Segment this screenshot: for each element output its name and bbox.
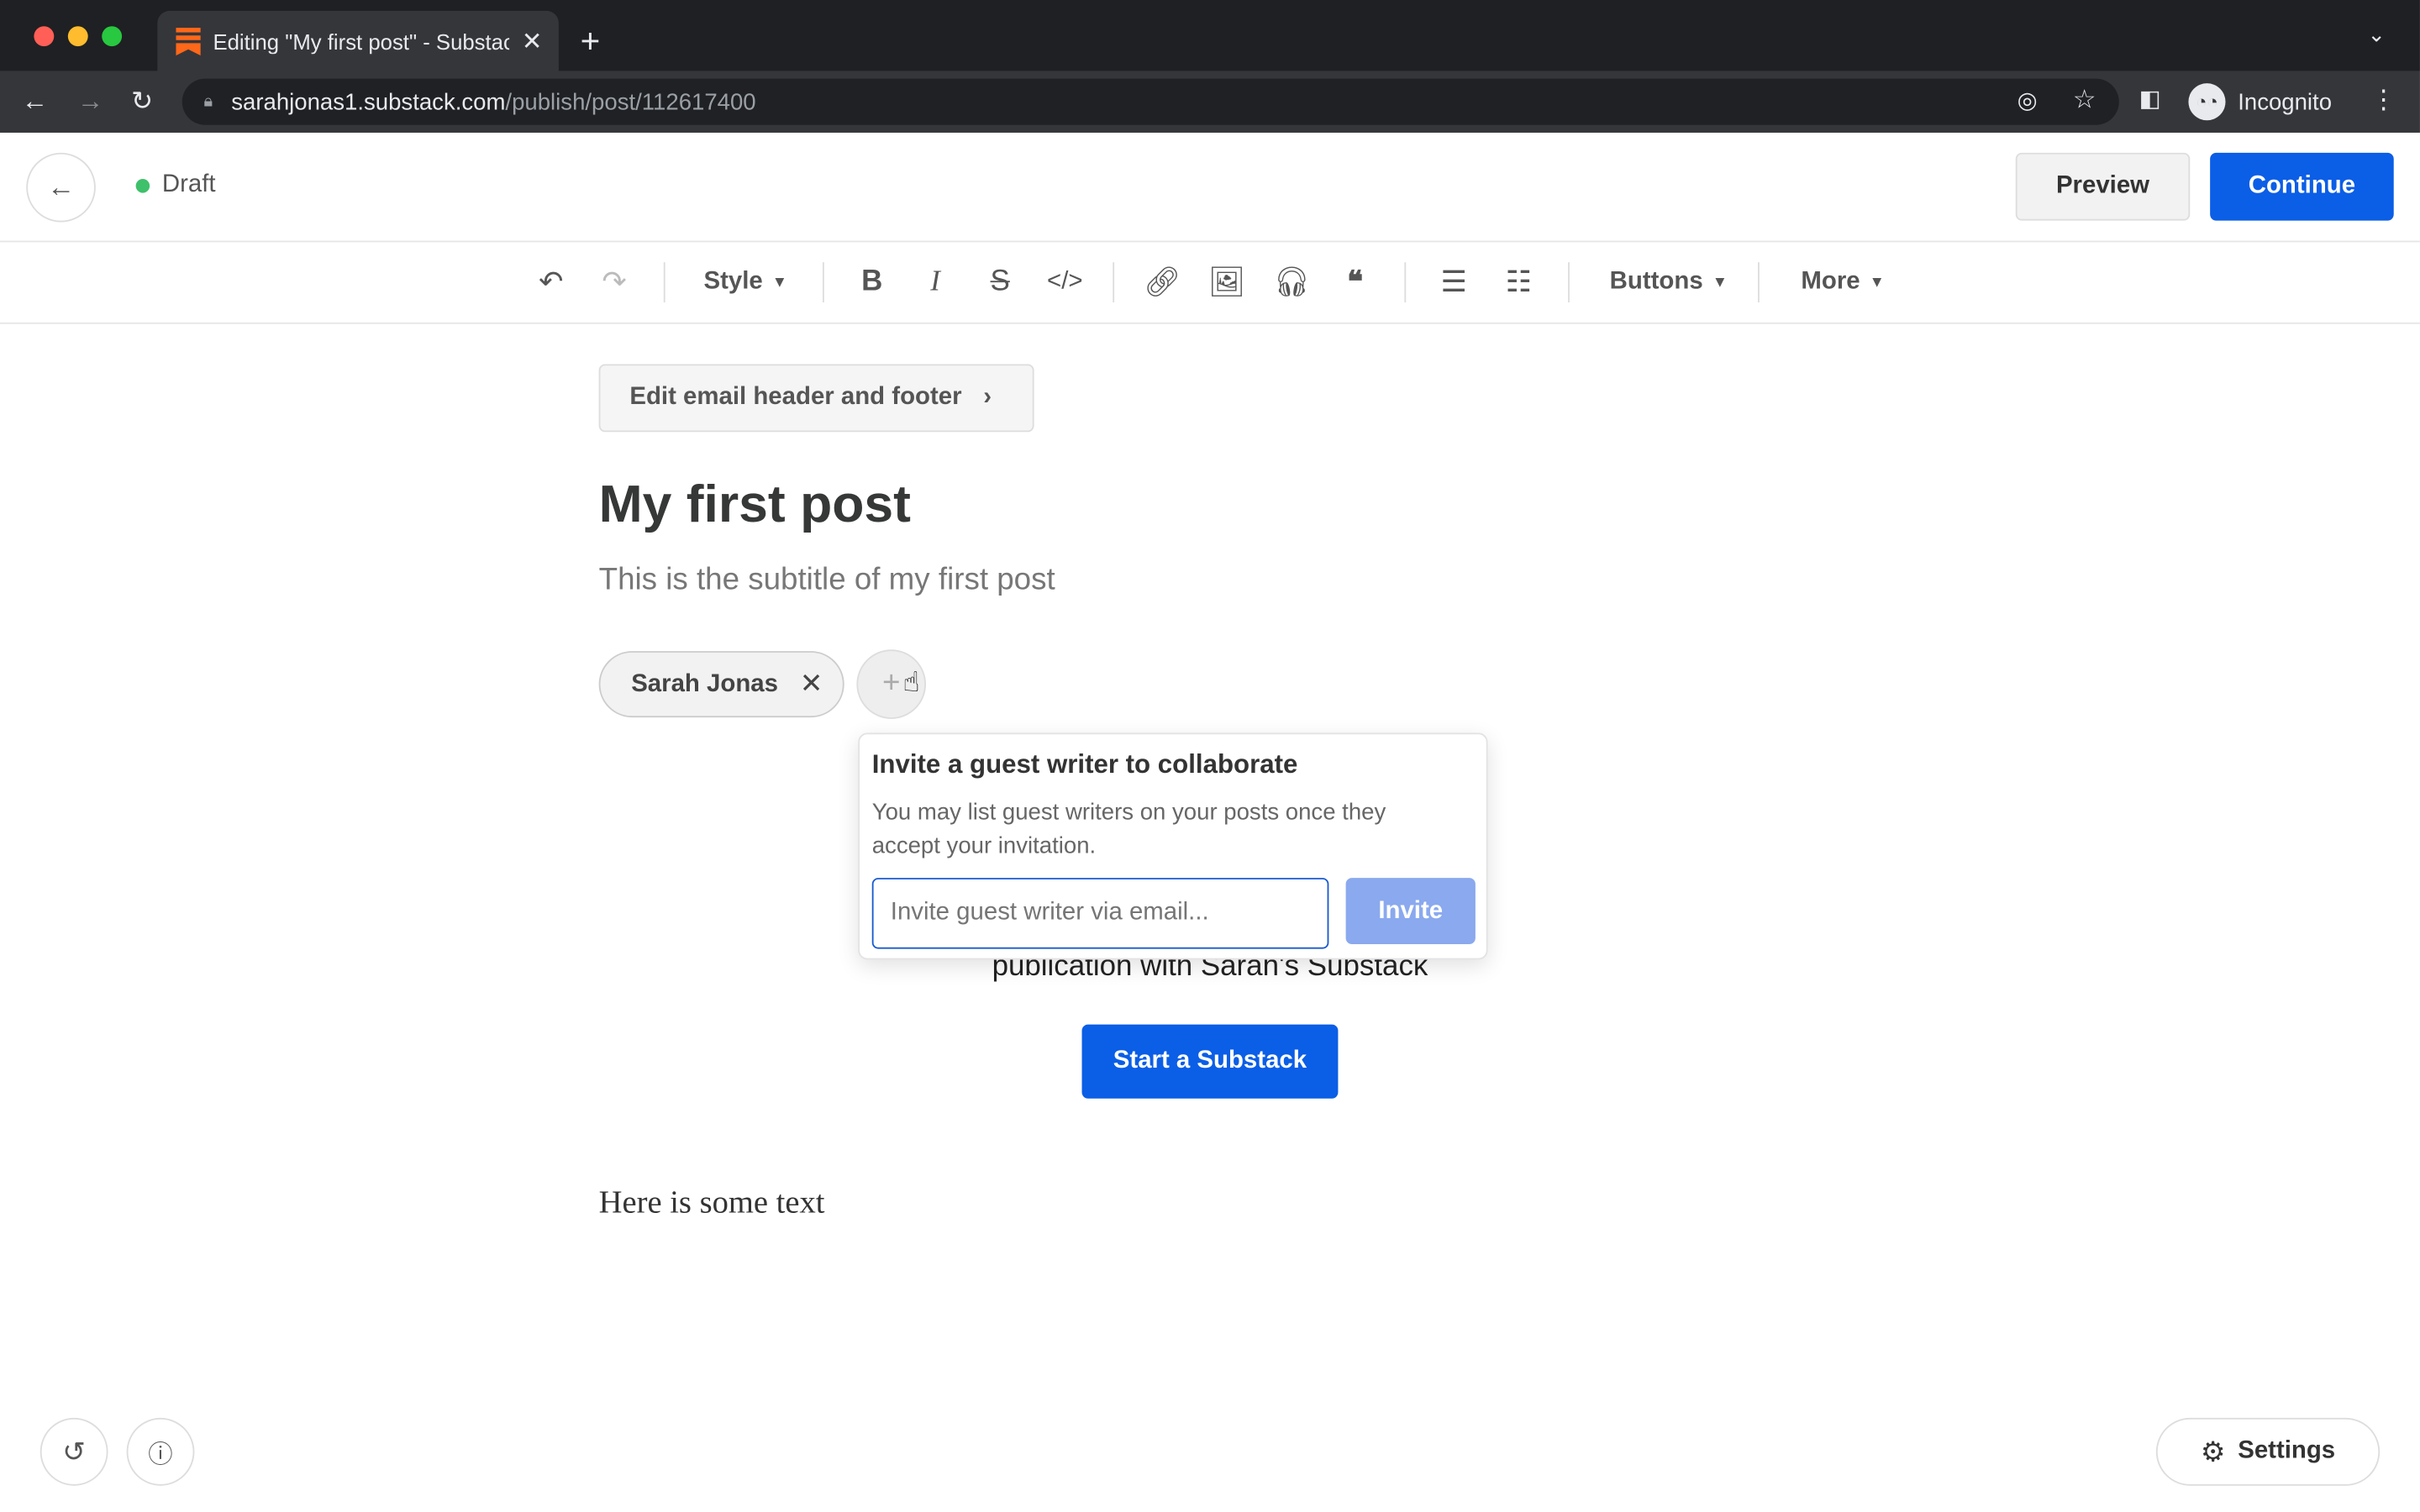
- start-substack-button[interactable]: Start a Substack: [1081, 1024, 1339, 1099]
- new-tab-icon[interactable]: +: [581, 22, 601, 62]
- settings-button[interactable]: ⚙ Settings: [2155, 1417, 2381, 1486]
- author-chip: Sarah Jonas ✕: [598, 651, 844, 718]
- info-icon: ⓘ: [148, 1442, 173, 1469]
- post-title[interactable]: My first post: [599, 475, 911, 536]
- quote-icon[interactable]: ❝: [1335, 264, 1376, 301]
- substack-logo-icon: [176, 27, 201, 55]
- bullet-list-icon[interactable]: ☰: [1434, 264, 1474, 301]
- popover-description: You may list guest writers on your posts…: [871, 799, 1386, 860]
- popover-title: Invite a guest writer to collaborate: [871, 749, 1298, 780]
- close-window-button[interactable]: [34, 26, 55, 47]
- image-icon[interactable]: 🖼︎: [1207, 264, 1247, 301]
- back-icon[interactable]: ←: [22, 87, 48, 118]
- tab-search-chevron-icon[interactable]: ⌄: [2367, 22, 2386, 48]
- style-label: Style: [703, 268, 763, 295]
- bookmark-star-icon[interactable]: ☆: [2073, 85, 2096, 116]
- forward-icon[interactable]: →: [77, 87, 103, 118]
- browser-menu-icon[interactable]: ⋮: [2370, 85, 2396, 116]
- formatting-toolbar: ↶ ↷ Style ▼ B I S </> 🔗︎ 🖼︎ 🎧︎ ❝ ☰ ☷ Butt…: [0, 242, 2420, 324]
- italic-icon[interactable]: I: [917, 264, 954, 301]
- tab-title: Editing "My first post" - Substack: [213, 28, 510, 54]
- caret-down-icon: ▼: [771, 274, 788, 291]
- edit-email-header-label: Edit email header and footer: [629, 384, 962, 411]
- divider: [663, 262, 666, 302]
- reload-icon[interactable]: ↻: [131, 87, 153, 118]
- url-host: sarahjonas1.substack.com: [231, 88, 506, 115]
- settings-label: Settings: [2238, 1437, 2336, 1465]
- address-bar[interactable]: 🔒︎ sarahjonas1.substack.com/publish/post…: [182, 78, 2119, 125]
- side-panel-icon[interactable]: ◧: [2139, 85, 2161, 113]
- more-dropdown[interactable]: More ▼: [1801, 264, 1884, 301]
- divider: [1113, 262, 1115, 302]
- chevron-right-icon: ›: [983, 384, 992, 411]
- version-history-button[interactable]: ↺: [39, 1417, 108, 1486]
- browser-tab-bar: Editing "My first post" - Substack ✕ + ⌄: [0, 0, 2420, 71]
- profile-label: Incognito: [2238, 88, 2333, 115]
- incognito-profile-button[interactable]: ◔◔ Incognito: [2188, 81, 2332, 123]
- undo-icon[interactable]: ↶: [531, 264, 571, 301]
- caret-down-icon: ▼: [1712, 274, 1728, 291]
- divider: [1568, 262, 1570, 302]
- history-icon: ↺: [62, 1436, 87, 1467]
- bold-icon[interactable]: B: [854, 264, 891, 301]
- author-name: Sarah Jonas: [631, 670, 778, 697]
- back-button[interactable]: ←: [26, 152, 96, 223]
- maximize-window-button[interactable]: [102, 26, 123, 47]
- minimize-window-button[interactable]: [67, 26, 88, 47]
- arrow-left-icon: ←: [47, 171, 76, 202]
- close-tab-icon[interactable]: ✕: [522, 25, 543, 56]
- divider: [1404, 262, 1407, 302]
- buttons-dropdown[interactable]: Buttons ▼: [1610, 264, 1728, 301]
- preview-button[interactable]: Preview: [2015, 152, 2191, 221]
- browser-nav-bar: ← → ↻ 🔒︎ sarahjonas1.substack.com/publis…: [0, 71, 2420, 133]
- style-dropdown[interactable]: Style ▼: [704, 264, 787, 301]
- invite-button[interactable]: Invite: [1345, 878, 1476, 945]
- post-subtitle[interactable]: This is the subtitle of my first post: [599, 563, 1055, 598]
- plus-icon: +: [881, 666, 901, 701]
- code-icon[interactable]: </>: [1044, 264, 1086, 301]
- info-button[interactable]: ⓘ: [126, 1417, 195, 1486]
- status-dot-icon: [135, 179, 150, 193]
- divider: [1758, 262, 1760, 302]
- caret-down-icon: ▼: [1869, 274, 1885, 291]
- invite-guest-writer-popover: Invite a guest writer to collaborate You…: [858, 732, 1488, 960]
- browser-tab[interactable]: Editing "My first post" - Substack ✕: [157, 10, 559, 71]
- audio-headphones-icon[interactable]: 🎧︎: [1271, 264, 1312, 301]
- url-path: /publish/post/112617400: [505, 88, 756, 115]
- incognito-icon: ◔◔: [2188, 83, 2226, 121]
- redo-icon[interactable]: ↷: [594, 264, 634, 301]
- editor-header: ← Draft Preview Continue: [0, 133, 2420, 243]
- status-badge: Draft: [161, 171, 216, 198]
- buttons-label: Buttons: [1609, 268, 1703, 295]
- guest-email-input[interactable]: [871, 878, 1329, 949]
- remove-author-icon[interactable]: ✕: [800, 668, 823, 701]
- tracking-eye-off-icon[interactable]: ◎: [2018, 87, 2038, 114]
- more-label: More: [1801, 268, 1860, 295]
- strikethrough-icon[interactable]: S: [981, 264, 1018, 301]
- mouse-cursor-hand-icon: ☝︎: [902, 666, 920, 698]
- numbered-list-icon[interactable]: ☷: [1498, 264, 1539, 301]
- divider: [822, 262, 824, 302]
- edit-email-header-footer-button[interactable]: Edit email header and footer ›: [598, 364, 1034, 433]
- gear-icon: ⚙: [2200, 1436, 2226, 1467]
- body-paragraph[interactable]: Here is some text: [599, 1184, 825, 1222]
- continue-button[interactable]: Continue: [2210, 152, 2394, 221]
- link-icon[interactable]: 🔗︎: [1142, 264, 1182, 301]
- lock-icon: 🔒︎: [203, 92, 213, 111]
